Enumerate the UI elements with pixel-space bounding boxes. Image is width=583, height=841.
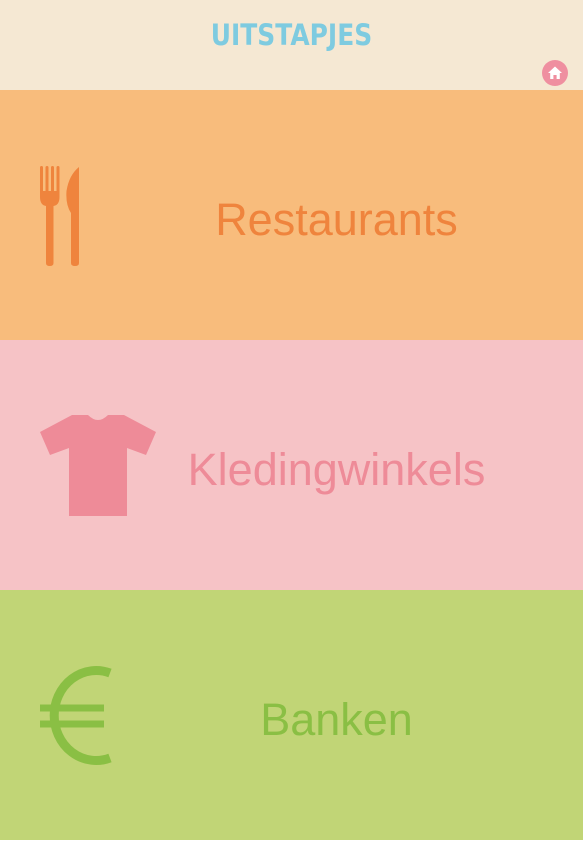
tile-label-restaurants: Restaurants (215, 194, 458, 245)
tile-restaurants[interactable]: Restaurants (0, 90, 583, 340)
tile-label-kledingwinkels: Kledingwinkels (187, 444, 486, 495)
tile-banks[interactable]: Banken (0, 590, 583, 840)
home-button[interactable] (542, 60, 568, 86)
tile-label-banken: Banken (260, 694, 413, 745)
page-title: UITSTAPJES (210, 18, 373, 52)
tile-clothing-stores[interactable]: Kledingwinkels (0, 340, 583, 590)
fork-knife-icon (40, 166, 79, 266)
home-icon (548, 66, 562, 79)
header-bar: UITSTAPJES (0, 0, 583, 90)
